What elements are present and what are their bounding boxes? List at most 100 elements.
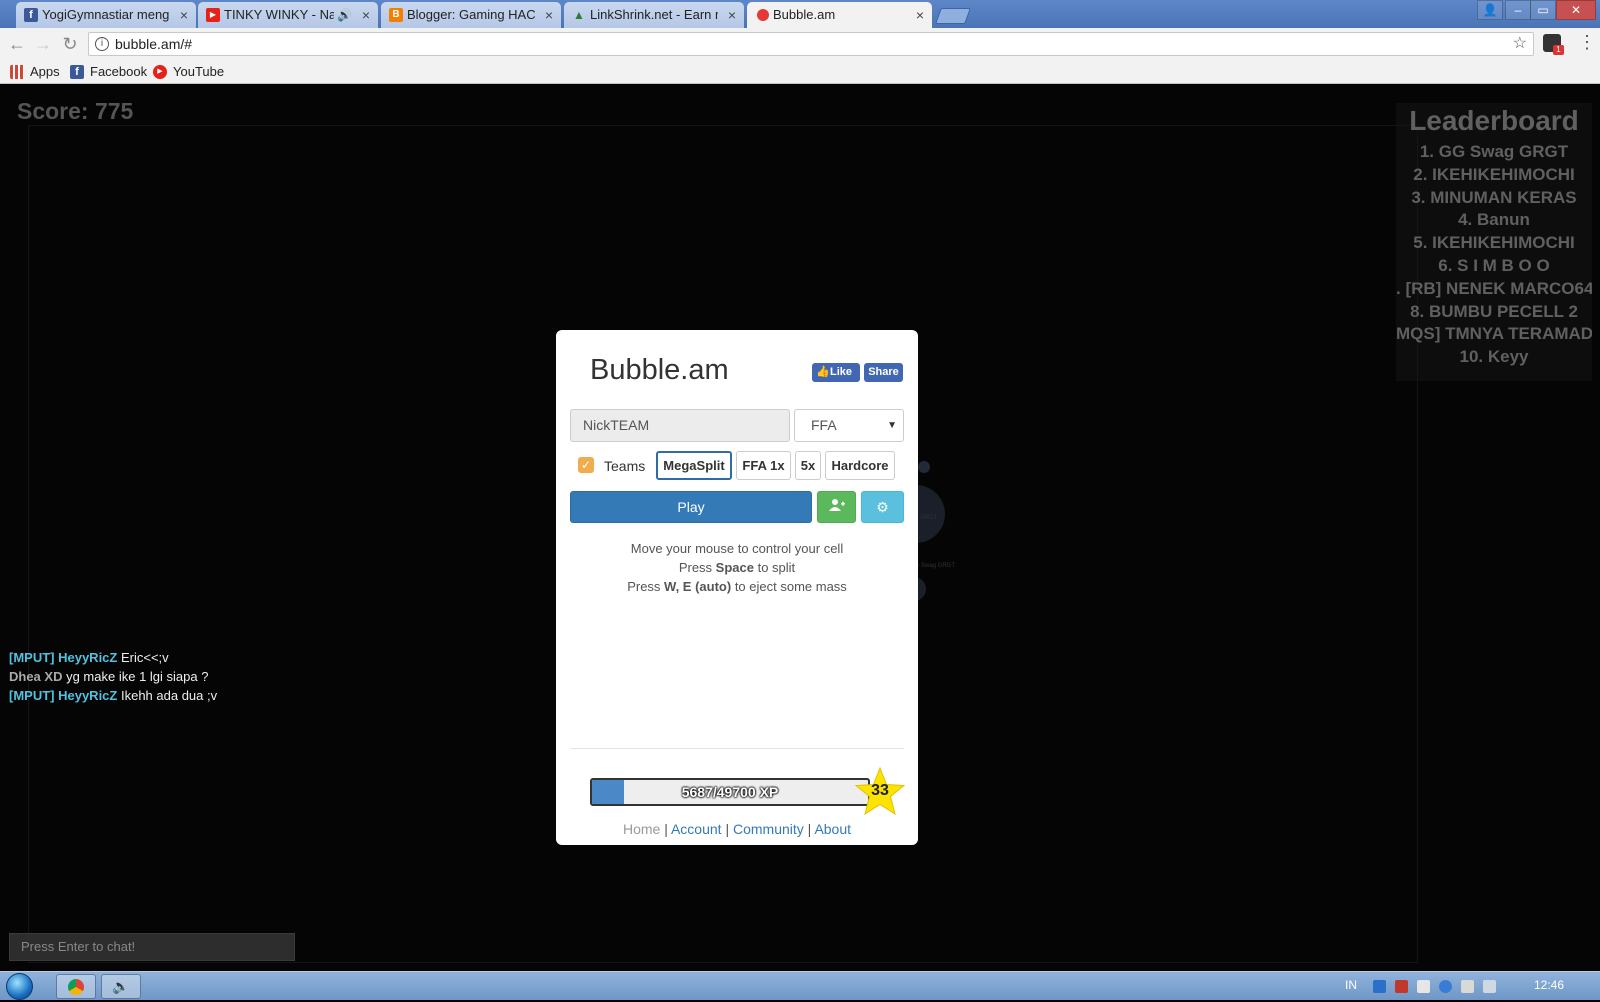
- account-link[interactable]: Account: [671, 821, 722, 837]
- start-button[interactable]: [6, 973, 33, 1000]
- tab-linkshrink[interactable]: ▲ LinkShrink.net - Earn mo ×: [564, 2, 744, 28]
- settings-button[interactable]: ⚙: [861, 491, 904, 523]
- leaderboard-row: 2. IKEHIKEHIMOCHI: [1413, 164, 1575, 184]
- back-button[interactable]: ←: [7, 34, 27, 54]
- instruction-line: Press W, E (auto) to eject some mass: [627, 579, 847, 594]
- minimize-button[interactable]: –: [1505, 0, 1531, 20]
- tab-close-icon[interactable]: ×: [180, 2, 188, 28]
- chat-author: [MPUT] HeyyRicZ: [9, 650, 118, 665]
- chat-author: [MPUT] HeyyRicZ: [9, 688, 118, 703]
- url-input[interactable]: i bubble.am/# ☆: [88, 32, 1534, 56]
- facebook-icon: f: [70, 65, 84, 79]
- leaderboard-row: 4. Banun: [1458, 210, 1530, 230]
- nickname-input[interactable]: NickTEAM: [570, 409, 790, 442]
- chat-message: Dhea XD yg make ike 1 lgi siapa ?: [9, 667, 217, 686]
- tab-title: TINKY WINKY - Nafas: [224, 7, 334, 22]
- speaker-icon: 🔈: [112, 978, 130, 994]
- tray-network-icon[interactable]: [1439, 980, 1452, 993]
- tray-app-icon[interactable]: [1373, 980, 1386, 993]
- tray-volume-icon[interactable]: [1417, 980, 1430, 993]
- facebook-like-button[interactable]: 👍 Like: [812, 363, 860, 382]
- maximize-button[interactable]: ▭: [1530, 0, 1556, 20]
- pellet: [918, 461, 930, 473]
- score-display: Score: 775: [17, 98, 134, 124]
- tab-youtube[interactable]: ▶ TINKY WINKY - Nafas 🔊 ×: [198, 2, 378, 28]
- 5x-button[interactable]: 5x: [795, 451, 821, 480]
- info-icon[interactable]: i: [95, 37, 109, 51]
- bookmark-label: Facebook: [90, 64, 148, 79]
- extension-badge: 1: [1553, 45, 1564, 55]
- youtube-icon: ▶: [153, 65, 167, 79]
- tab-bubble-am[interactable]: Bubble.am ×: [747, 2, 932, 28]
- game-mode-select[interactable]: FFA ▼: [794, 409, 904, 442]
- blogger-favicon-icon: B: [389, 8, 403, 22]
- about-link[interactable]: About: [814, 821, 851, 837]
- tab-blogger[interactable]: B Blogger: Gaming HACKIN ×: [381, 2, 561, 28]
- tab-close-icon[interactable]: ×: [916, 2, 924, 28]
- chat-text: Ikehh ada dua ;v: [120, 688, 218, 703]
- new-tab-button[interactable]: [935, 8, 971, 24]
- like-label: Like: [830, 366, 853, 378]
- browser-menu-icon[interactable]: ⋮: [1578, 32, 1596, 53]
- community-link[interactable]: Community: [733, 821, 804, 837]
- chat-message: [MPUT] HeyyRicZ Ikehh ada dua ;v: [9, 686, 217, 705]
- cell-mass-label: GRGT: [920, 515, 938, 521]
- user-profile-icon[interactable]: 👤: [1477, 0, 1503, 20]
- forward-button[interactable]: →: [33, 34, 53, 54]
- xp-text: 5687/49700 XP: [681, 784, 779, 800]
- megasplit-button[interactable]: MegaSplit: [656, 451, 732, 480]
- tab-close-icon[interactable]: ×: [728, 2, 736, 28]
- chevron-down-icon: ▼: [887, 420, 897, 431]
- selected-mode: FFA: [811, 417, 837, 433]
- leaderboard: Leaderboard 1. GG Swag GRGT 2. IKEHIKEHI…: [1396, 103, 1592, 381]
- youtube-favicon-icon: ▶: [206, 8, 220, 22]
- play-button[interactable]: Play: [570, 491, 812, 523]
- language-indicator[interactable]: IN: [1345, 978, 1357, 992]
- chat-text: yg make ike 1 lgi siapa ?: [66, 669, 209, 684]
- separator: |: [660, 821, 671, 837]
- add-friend-button[interactable]: [817, 491, 856, 523]
- separator: |: [803, 821, 815, 837]
- modal-title: Bubble.am: [590, 354, 729, 386]
- chat-input[interactable]: Press Enter to chat!: [9, 933, 295, 961]
- facebook-share-button[interactable]: Share: [864, 363, 903, 382]
- close-window-button[interactable]: ✕: [1556, 0, 1596, 20]
- bookmark-youtube[interactable]: ▶ YouTube: [153, 63, 224, 81]
- browser-tab-strip: f YogiGymnastiar mengirim × ▶ TINKY WINK…: [0, 0, 1600, 28]
- instructions: Move your mouse to control your cell Pre…: [556, 539, 918, 596]
- tray-display-icon[interactable]: [1483, 980, 1496, 993]
- url-text: bubble.am/#: [115, 36, 193, 52]
- apps-icon: [10, 65, 24, 79]
- gear-icon: ⚙: [876, 499, 889, 515]
- tab-title: YogiGymnastiar mengirim: [42, 7, 170, 22]
- taskbar-chrome[interactable]: [56, 974, 96, 999]
- tray-speaker-icon[interactable]: [1461, 980, 1474, 993]
- tab-close-icon[interactable]: ×: [362, 2, 370, 28]
- clock[interactable]: 12:46: [1534, 978, 1564, 992]
- thumbs-up-icon: 👍: [816, 366, 830, 378]
- tab-close-icon[interactable]: ×: [545, 2, 553, 28]
- audio-playing-icon[interactable]: 🔊: [337, 2, 352, 28]
- tab-facebook[interactable]: f YogiGymnastiar mengirim ×: [16, 2, 196, 28]
- add-user-icon: [828, 499, 845, 514]
- game-canvas[interactable]: Score: 775 GRGT GG Swag GRGT Leaderboard…: [0, 85, 1600, 971]
- chat-text: Eric<<;v: [120, 650, 169, 665]
- level-number: 33: [871, 782, 889, 799]
- chat-message: [MPUT] HeyyRicZ Eric<<;v: [9, 648, 217, 667]
- divider: [570, 748, 904, 749]
- ffa-1x-button[interactable]: FFA 1x: [736, 451, 791, 480]
- bookmarks-bar: Apps f Facebook ▶ YouTube: [0, 60, 1600, 84]
- footer-links: Home | Account | Community | About: [556, 821, 918, 837]
- reload-button[interactable]: ↻: [60, 34, 80, 54]
- teams-checkbox[interactable]: ✓: [578, 457, 594, 473]
- tray-flag-icon[interactable]: [1395, 980, 1408, 993]
- bubble-favicon-icon: [757, 9, 769, 21]
- bookmark-star-icon[interactable]: ☆: [1513, 33, 1527, 55]
- bookmark-facebook[interactable]: f Facebook: [70, 63, 147, 81]
- xp-progress-bar: 5687/49700 XP: [590, 778, 870, 806]
- taskbar-media-player[interactable]: 🔈: [101, 974, 141, 999]
- bookmark-apps[interactable]: Apps: [10, 63, 60, 81]
- home-link[interactable]: Home: [623, 821, 660, 837]
- hardcore-button[interactable]: Hardcore: [825, 451, 895, 480]
- windows-taskbar: 🔈 IN 12:46: [0, 971, 1600, 1000]
